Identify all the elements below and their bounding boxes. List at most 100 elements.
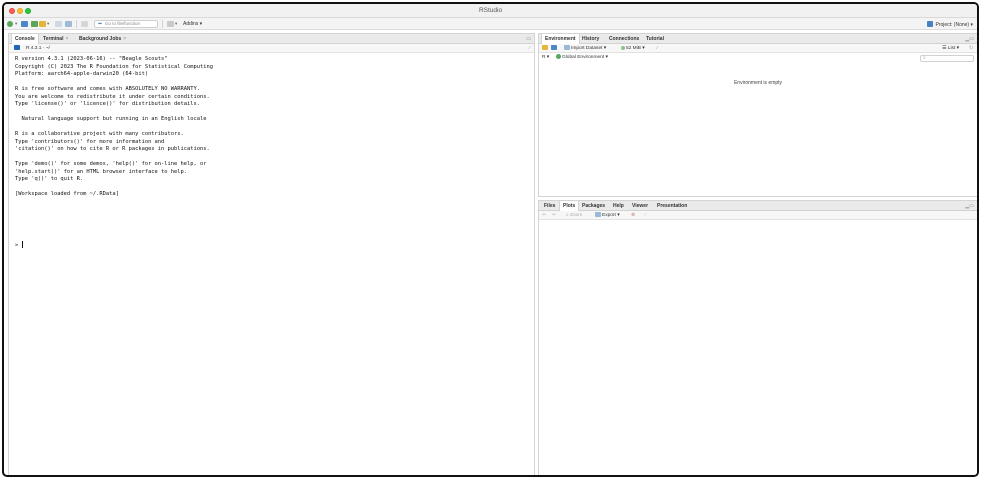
open-file-icon[interactable] [31,21,38,27]
rstudio-window: RStudio ▾ ▾ ➦ Go to file/function ▾ Addi… [2,2,979,477]
import-dataset-button[interactable]: Import Dataset ▾ [564,44,606,53]
grid-layout-icon[interactable] [167,21,174,27]
console-line: [Workspace loaded from ~/.RData] [15,191,119,197]
window-title: RStudio [478,7,503,14]
tab-tutorial[interactable]: Tutorial [643,34,667,44]
refresh-icon[interactable]: ↻ [969,44,973,53]
tab-viewer[interactable]: Viewer [629,201,651,211]
chevron-down-icon[interactable]: ▾ [175,21,177,27]
toolbar-divider [76,20,77,28]
back-arrow-icon[interactable]: ⇦ [542,211,546,220]
chevron-down-icon[interactable]: ▾ [15,21,17,27]
tab-environment[interactable]: Environment [541,34,580,44]
language-select[interactable]: R ▾ [542,53,549,62]
console-line: R is a collaborative project with many c… [15,131,184,137]
console-output[interactable]: R version 4.3.1 (2023-06-16) -- "Beagle … [15,56,530,199]
export-icon [595,212,601,217]
prompt-symbol: > [15,242,19,249]
tab-packages[interactable]: Packages [579,201,608,211]
save-all-icon[interactable] [65,21,72,27]
toolbar-divider [162,20,163,28]
save-workspace-icon[interactable] [551,45,557,50]
goto-arrow-icon: ➦ [98,21,103,27]
tab-plots[interactable]: Plots [559,201,580,211]
close-tab-icon[interactable]: × [123,36,126,42]
close-tab-icon[interactable]: × [65,36,68,42]
console-line: 'help.start()' for an HTML browser inter… [15,168,188,175]
remove-plot-icon[interactable]: ⊗ [631,211,635,220]
console-line: You are welcome to redistribute it under… [15,93,210,100]
console-line: Type 'contributors()' for more informati… [15,138,165,145]
console-line: Type 'q()' to quit R. [15,176,84,182]
addins-menu[interactable]: Addins ▾ [183,21,202,27]
goto-file-input[interactable]: ➦ Go to file/function [94,20,158,28]
console-line: Copyright (C) 2023 The R Foundation for … [15,63,213,70]
memory-usage-button[interactable]: 52 MiB ▾ [621,44,645,53]
chevron-down-icon[interactable]: ▾ [47,21,49,27]
files-tab-bar: Files Plots Packages Help Viewer Present… [539,201,977,211]
console-line: Type 'license()' or 'licence()' for dist… [15,101,200,107]
project-label: Project: (None) [935,22,970,28]
print-icon[interactable] [81,21,88,27]
pie-icon [621,46,625,50]
save-icon[interactable] [55,21,62,27]
tab-connections[interactable]: Connections [606,34,642,44]
console-line: Type 'demo()' for some demos, 'help()' f… [15,161,207,167]
console-line: 'citation()' on how to cite R or R packa… [15,146,210,152]
export-menu[interactable]: Export ▾ [595,211,620,220]
console-prompt[interactable]: > [15,241,24,249]
env-empty-message: Environment is empty [733,80,783,86]
list-view-button[interactable]: ☰ List ▾ [942,44,959,53]
console-line: R version 4.3.1 (2023-06-16) -- "Beagle … [15,56,168,62]
env-tab-bar: Environment History Connections Tutorial… [539,34,977,44]
console-subbar: R 4.3.1 · ~/ ⁄ [9,44,534,53]
title-bar: RStudio [4,4,977,18]
addins-label: Addins [183,21,199,27]
tab-console[interactable]: Console [11,34,39,44]
plots-pane: Files Plots Packages Help Viewer Present… [538,200,977,475]
text-cursor [22,241,24,248]
scope-select[interactable]: Global Environment ▾ [556,53,608,62]
tab-help[interactable]: Help [610,201,627,211]
console-line: R is free software and comes with ABSOLU… [15,86,200,92]
zoom-button[interactable]: ⌕ Zoom [566,211,582,220]
minimize-maximize-pane-icon[interactable]: ▁▭ [965,36,974,42]
folder-icon[interactable] [39,21,46,27]
new-file-icon[interactable] [7,21,13,27]
environment-pane: Environment History Connections Tutorial… [538,33,977,197]
broom-icon[interactable]: ⁄ [645,211,646,220]
tab-presentation[interactable]: Presentation [654,201,690,211]
main-toolbar: ▾ ▾ ➦ Go to file/function ▾ Addins ▾ Pro… [4,18,977,30]
table-icon [564,45,570,50]
r-logo-icon [14,45,20,50]
project-menu[interactable]: Project: (None) ▾ [927,21,973,28]
env-toolbar: Import Dataset ▾ 52 MiB ▾ ⁄ ☰ List ▾ ↻ [539,44,977,53]
plots-toolbar: ⇦ ⇨ ⌕ Zoom Export ▾ ⊗ ⁄ [539,211,977,220]
new-project-icon[interactable] [21,21,28,27]
search-icon: ⌕ [923,55,926,61]
console-line: Platform: aarch64-apple-darwin20 (64-bit… [15,71,149,77]
maximize-pane-icon[interactable]: ▭ [526,36,531,42]
minimize-maximize-pane-icon[interactable]: ▁▭ [965,203,974,209]
console-path[interactable]: R 4.3.1 · ~/ [26,44,50,53]
globe-icon [556,54,561,59]
tab-background-jobs[interactable]: Background Jobs × [76,34,129,44]
open-workspace-icon[interactable] [542,45,548,50]
console-tab-bar: Console Terminal × Background Jobs × ▭ [9,34,534,44]
tab-files[interactable]: Files [541,201,558,211]
env-search-input[interactable]: ⌕ [920,55,974,62]
env-scope-bar: R ▾ Global Environment ▾ [539,53,977,62]
forward-arrow-icon[interactable]: ⇨ [552,211,556,220]
broom-icon[interactable]: ⁄ [529,44,530,53]
tab-terminal[interactable]: Terminal × [40,34,71,44]
tab-history[interactable]: History [579,34,602,44]
console-pane: Console Terminal × Background Jobs × ▭ R 4… [8,33,535,475]
project-icon [927,21,934,27]
goto-placeholder: Go to file/function [105,21,141,26]
broom-icon[interactable]: ⁄ [657,44,658,53]
